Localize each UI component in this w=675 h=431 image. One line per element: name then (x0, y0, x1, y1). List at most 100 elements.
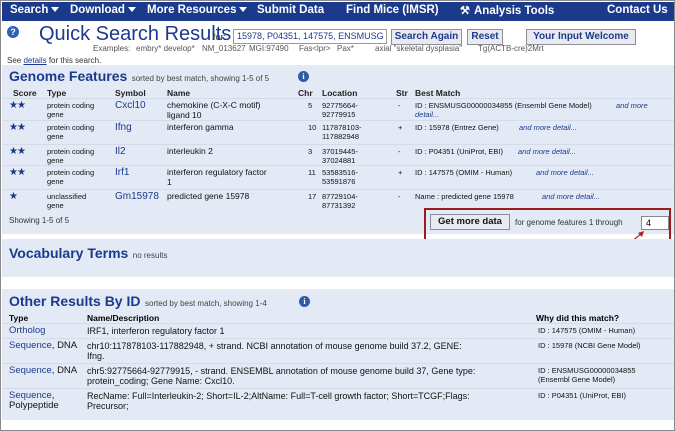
chromosome: 10 (308, 123, 317, 132)
col-symbol[interactable]: Symbol (115, 88, 146, 98)
location-end: 92779915 (322, 110, 356, 119)
info-icon[interactable]: i (298, 71, 309, 82)
through-number-input[interactable]: 4 (641, 216, 669, 230)
chromosome: 17 (308, 192, 317, 201)
gene-symbol-link[interactable]: Gm15978 (115, 192, 159, 202)
score-stars-icon: ★★ (9, 122, 26, 133)
col-name-description[interactable]: Name/Description (87, 313, 159, 323)
type-line2: gene (47, 132, 64, 141)
why-match: ID : P04351 (UniProt, EBI) (538, 391, 626, 400)
result-type: Sequence, DNA (9, 365, 78, 376)
chevron-down-icon (127, 7, 136, 12)
more-detail-link[interactable]: and more detail... (519, 123, 577, 132)
best-match-id: ID : 15978 (Entrez Gene) (415, 123, 499, 132)
showing-count: Showing 1-5 of 5 (9, 216, 70, 225)
gene-symbol-link[interactable]: Irf1 (115, 168, 129, 178)
nav-more-resources[interactable]: More Resources (147, 4, 248, 16)
type-line1: protein coding (47, 168, 95, 177)
chevron-down-icon (239, 7, 248, 12)
strand: - (398, 192, 401, 201)
best-match-id: ID : P04351 (UniProt, EBI) (415, 147, 503, 156)
example-query: Pax* (337, 44, 354, 53)
col-chr[interactable]: Chr (298, 88, 313, 98)
more-detail-link[interactable]: and more detail... (542, 192, 600, 201)
chevron-down-icon (51, 7, 60, 12)
type-line1: protein coding (47, 123, 95, 132)
location-end: 53591876 (322, 177, 356, 186)
info-icon[interactable]: i (299, 296, 310, 307)
nav-submit-data[interactable]: Submit Data (257, 4, 324, 16)
search-input[interactable]: 15978, P04351, 147575, ENSMUSG (233, 29, 387, 44)
nav-download[interactable]: Download (70, 4, 136, 16)
reset-button[interactable]: Reset (467, 29, 503, 45)
result-type: Sequence, DNA (9, 340, 78, 351)
chromosome: 11 (308, 168, 316, 177)
result-description: chr10:117878103-117882948, + strand. NCB… (87, 341, 462, 351)
details-link[interactable]: details (23, 56, 46, 65)
best-match-id: ID : ENSMUSG00000034855 (Ensembl Gene Mo… (415, 101, 592, 110)
gene-name: interferon gamma (167, 122, 234, 132)
type-line1: protein coding (47, 101, 95, 110)
example-query: embry* develop* (136, 44, 195, 53)
col-type[interactable]: Type (47, 88, 66, 98)
result-type-link[interactable]: Sequence (9, 365, 52, 376)
type-line1: unclassified (47, 192, 87, 201)
strand: + (398, 123, 403, 132)
col-name[interactable]: Name (167, 88, 190, 98)
more-detail-link[interactable]: and more detail... (518, 147, 576, 156)
result-type-link[interactable]: Sequence (9, 340, 52, 351)
example-query: NM_013627 (202, 44, 246, 53)
result-description-line2: Precursor; (87, 401, 129, 411)
more-detail-link[interactable]: and more (616, 101, 648, 110)
location-start: 37019445- (322, 147, 358, 156)
nav-contact-us[interactable]: Contact Us (607, 4, 668, 16)
gene-symbol-link[interactable]: Ifng (115, 123, 132, 133)
top-nav-bar: Search Download More Resources Submit Da… (2, 2, 674, 21)
chromosome: 5 (308, 101, 313, 110)
chromosome: 3 (308, 147, 313, 156)
tools-icon: ⚒ (460, 5, 470, 17)
result-description-line2: Ifng. (87, 351, 105, 361)
col-str[interactable]: Str (396, 88, 408, 98)
page-frame: Search Download More Resources Submit Da… (0, 0, 675, 431)
details-note: See details for this search. (7, 56, 102, 65)
examples-label: Examples: (93, 44, 131, 53)
gene-symbol-link[interactable]: Cxcl10 (115, 101, 146, 111)
col-score[interactable]: Score (13, 88, 37, 98)
gene-name-line2: 1 (167, 177, 172, 187)
search-again-button[interactable]: Search Again (391, 29, 462, 45)
nav-find-mice[interactable]: Find Mice (IMSR) (346, 4, 439, 16)
col-location[interactable]: Location (322, 88, 357, 98)
col-why-match: Why did this match? (536, 313, 620, 323)
gene-name: interferon regulatory factor (167, 167, 267, 177)
your-input-welcome-button[interactable]: Your Input Welcome (526, 29, 636, 45)
type-line1: protein coding (47, 147, 95, 156)
nav-analysis-tools[interactable]: ⚒ Analysis Tools (460, 4, 554, 17)
gene-name-line2: ligand 10 (167, 110, 202, 120)
more-detail-link[interactable]: and more detail... (536, 168, 594, 177)
why-match-line2: (Ensembl Gene Model) (538, 375, 616, 384)
col-type[interactable]: Type (9, 313, 28, 323)
example-query: Fas<lpr> (299, 44, 331, 53)
score-stars-icon: ★★ (9, 100, 26, 111)
result-description: chr5:92775664-92779915, - strand. ENSEMB… (87, 366, 476, 376)
location-start: 53583516- (322, 168, 358, 177)
col-best-match[interactable]: Best Match (415, 88, 460, 98)
more-detail-link-cont[interactable]: detail... (415, 110, 439, 119)
result-description: RecName: Full=Interleukin-2; Short=IL-2;… (87, 391, 470, 401)
gene-symbol-link[interactable]: Il2 (115, 147, 126, 157)
location-start: 87729104- (322, 192, 358, 201)
location-start: 92775664- (322, 101, 358, 110)
strand: + (398, 168, 403, 177)
location-end: 37024881 (322, 156, 356, 165)
score-stars-icon: ★★ (9, 167, 26, 178)
result-description-line2: protein_coding; Gene Name: Cxcl10. (87, 376, 235, 386)
location-end: 87731392 (322, 201, 356, 210)
help-icon[interactable]: ? (7, 26, 19, 38)
get-more-data-button[interactable]: Get more data (430, 214, 510, 230)
nav-search[interactable]: Search (10, 4, 60, 16)
location-start: 117878103- (322, 123, 362, 132)
result-description: IRF1, interferon regulatory factor 1 (87, 326, 225, 336)
result-type-link[interactable]: Ortholog (9, 325, 45, 336)
page-title: Quick Search Results (39, 23, 232, 45)
